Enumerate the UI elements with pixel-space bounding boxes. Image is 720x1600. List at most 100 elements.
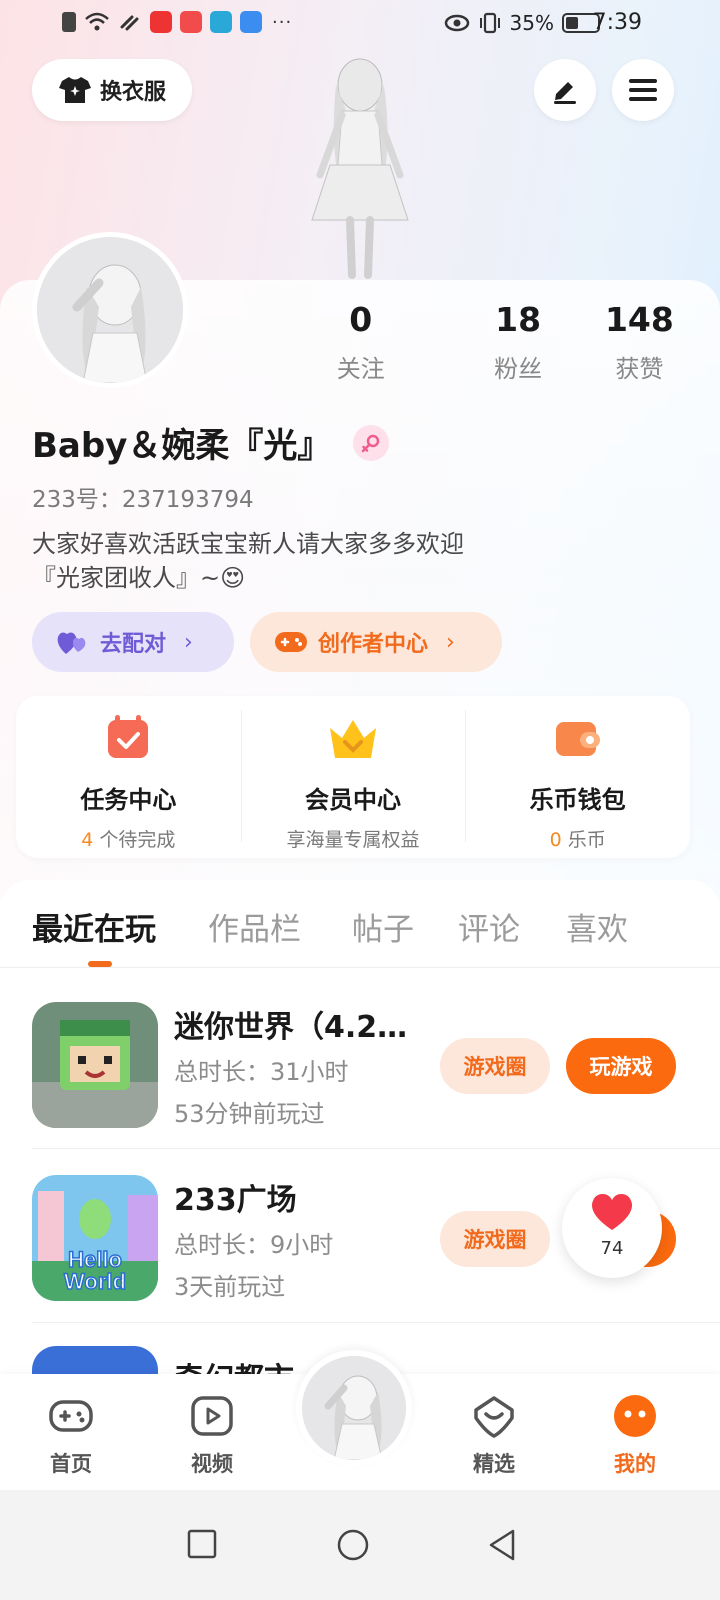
svg-text:World: World [64,1269,126,1294]
quick-actions-panel: 任务中心 4 个待完成 会员中心 享海量专属权益 乐币钱包 0 乐币 [16,696,690,858]
nav-mine[interactable]: 我的 [590,1392,680,1478]
cloud-notification-icon [240,11,262,33]
wifi-icon [85,12,109,31]
vip-center-card[interactable]: 会员中心 享海量专属权益 [240,696,466,858]
profile-stats: 0 关注 18 粉丝 148 获赞 [330,300,700,384]
calendar-check-icon [108,715,149,758]
back-triangle-icon[interactable] [486,1528,518,1562]
system-nav-bar [0,1490,720,1600]
creator-center-button[interactable]: 创作者中心 › [250,612,502,672]
avatar-character-figure[interactable] [290,55,430,285]
status-bar: ··· 35% 7:39 [0,0,720,50]
profile-bio-line-1: 大家好喜欢活跃宝宝新人请大家多多欢迎 [32,530,464,558]
tab-likes[interactable]: 喜欢 [566,904,628,949]
home-circle-icon[interactable] [336,1528,370,1562]
hamburger-icon [629,79,657,101]
match-button[interactable]: 去配对 › [32,612,234,672]
nav-avatar-image [302,1356,406,1460]
game-circle-button[interactable]: 游戏圈 [440,1211,550,1267]
nav-video-label: 视频 [191,1452,233,1476]
change-outfit-label: 换衣服 [99,80,166,105]
gamepad-icon [49,1400,93,1432]
vip-center-subtitle: 享海量专属权益 [286,829,420,851]
nav-home-label: 首页 [50,1452,92,1476]
nav-avatar-center[interactable] [296,1350,412,1466]
coin-wallet-card[interactable]: 乐币钱包 0 乐币 [465,696,690,858]
game-row[interactable]: 迷你世界（4.25... 总时长：31小时 53分钟前玩过 游戏圈 玩游戏 [0,1002,720,1152]
tabs-divider [0,967,720,968]
like-bubble[interactable]: 74 [562,1178,662,1278]
match-label: 去配对 [100,632,167,657]
profile-nickname: Baby＆婉柔『光』 [32,426,332,466]
status-icons-right: 35% [444,11,600,35]
stat-likes-count: 148 [604,300,674,339]
like-count: 74 [600,1238,624,1259]
gamepad-icon [275,632,307,652]
pen-icon [554,82,576,104]
game-name: 233广场 [174,1183,297,1218]
stat-likes[interactable]: 148 获赞 [579,300,700,384]
change-outfit-button[interactable]: 换衣服 [32,59,192,121]
heart-pair-icon [57,632,86,654]
link-icon [120,15,139,31]
stat-fans-label: 粉丝 [494,355,543,383]
video-play-icon [191,1396,233,1436]
game-last-played: 3天前玩过 [174,1273,286,1301]
task-center-title: 任务中心 [80,786,177,814]
game-duration: 总时长：31小时 [174,1058,349,1086]
content-tabs: 最近在玩 作品栏 帖子 评论 喜欢 [0,900,720,968]
chevron-right-icon: › [446,629,455,655]
alert-icon [62,12,76,32]
avatar-image [37,237,183,383]
profile-avatar[interactable] [32,232,188,388]
profile-bio-line-2: 『光家团收人』~😍 [32,564,246,592]
creator-center-label: 创作者中心 [318,632,429,657]
smile-face-icon [614,1395,656,1437]
vibrate-icon [479,12,500,34]
heart-box-icon [474,1396,514,1438]
more-notifications-icon: ··· [272,11,293,33]
nav-video[interactable]: 视频 [167,1392,257,1478]
task-center-card[interactable]: 任务中心 4 个待完成 [16,696,241,858]
crown-icon [330,720,376,758]
task-center-subtitle: 4 个待完成 [81,829,176,851]
edit-button[interactable] [534,59,596,121]
tab-works[interactable]: 作品栏 [208,904,301,949]
tshirt-icon [58,77,91,103]
app-notification-icon [150,11,172,33]
menu-button[interactable] [612,59,674,121]
game-icon-fantasy-city [32,1346,158,1376]
heart-icon [591,1194,633,1230]
female-gender-icon [353,424,390,461]
stat-fans[interactable]: 18 粉丝 [458,300,579,384]
eye-icon [444,14,469,32]
stat-likes-label: 获赞 [615,355,664,383]
chevron-right-icon: › [184,629,193,655]
recent-apps-icon[interactable] [186,1528,218,1560]
stat-following-count: 0 [349,300,373,339]
coin-wallet-subtitle: 0 乐币 [549,829,606,851]
tab-recent-played[interactable]: 最近在玩 [32,904,156,949]
coin-wallet-title: 乐币钱包 [529,786,626,814]
book-notification-icon [210,11,232,33]
stat-following-label: 关注 [336,355,385,383]
battery-percent: 35% [509,11,554,35]
game-last-played: 53分钟前玩过 [174,1100,325,1128]
nav-mine-label: 我的 [614,1452,656,1476]
nav-featured[interactable]: 精选 [449,1392,539,1478]
game-circle-button[interactable]: 游戏圈 [440,1038,550,1094]
stat-fans-count: 18 [495,300,542,339]
nav-home[interactable]: 首页 [26,1392,116,1478]
profile-nickname-row: Baby＆婉柔『光』 [32,418,390,467]
play-game-button[interactable]: 玩游戏 [566,1038,676,1094]
tab-posts[interactable]: 帖子 [352,904,414,949]
status-time: 7:39 [592,10,642,35]
profile-uid: 233号：237193794 [32,487,254,513]
nav-featured-label: 精选 [473,1452,515,1476]
tab-comments[interactable]: 评论 [458,904,520,949]
bottom-nav: 首页 视频 精选 我的 [0,1350,720,1490]
stat-following[interactable]: 0 关注 [330,300,392,384]
row-divider [32,1322,720,1323]
game-icon-mini-world [32,1002,158,1128]
shop-notification-icon [180,11,202,33]
